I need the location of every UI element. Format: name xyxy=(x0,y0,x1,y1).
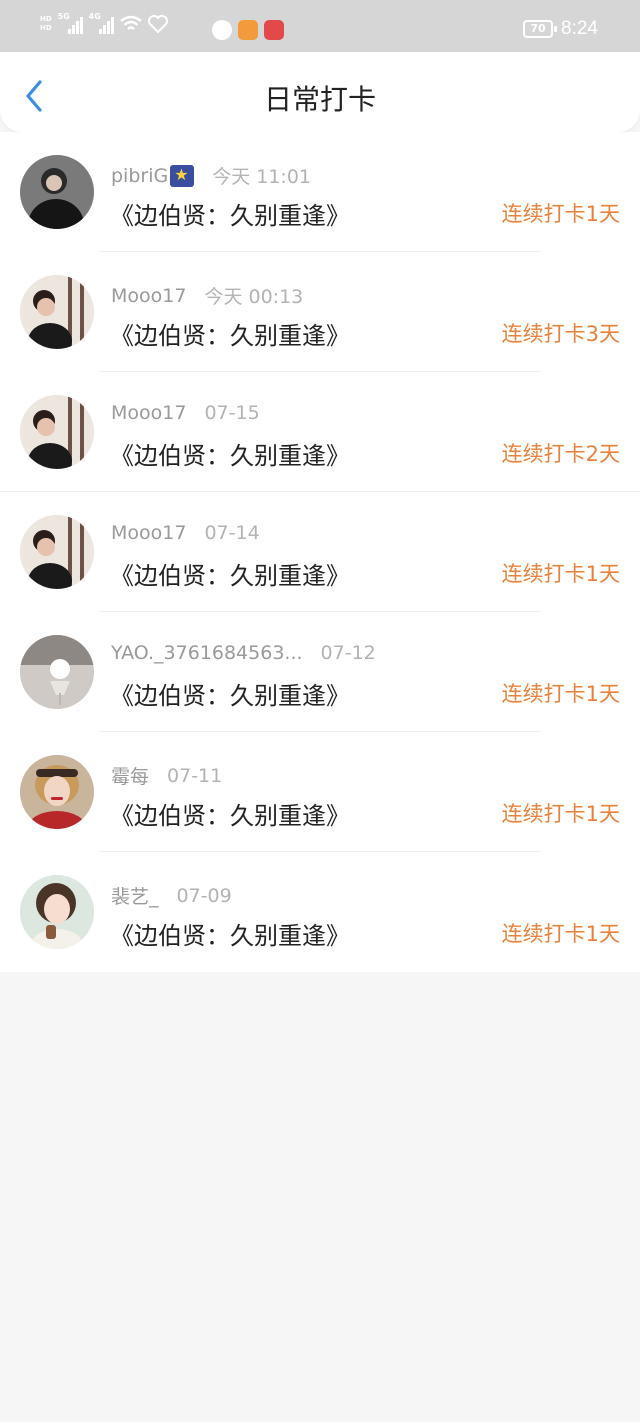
book-title[interactable]: 《边伯贤：久别重逢》 xyxy=(110,796,350,831)
streak-label: 连续打卡1天 xyxy=(501,682,620,706)
app-icon-1 xyxy=(212,20,232,40)
avatar[interactable] xyxy=(20,755,94,829)
status-right: 70 8:24 xyxy=(523,18,598,40)
app-icon-3 xyxy=(264,20,284,40)
battery-level: 70 xyxy=(530,22,546,35)
book-title[interactable]: 《边伯贤：久别重逢》 xyxy=(110,556,350,591)
timestamp: 07-09 xyxy=(176,884,232,907)
page-title: 日常打卡 xyxy=(263,83,376,116)
hd-top-label: HD xyxy=(40,15,52,23)
timestamp: 07-15 xyxy=(204,402,260,424)
timestamp: 07-12 xyxy=(320,642,376,664)
timestamp: 07-14 xyxy=(204,522,260,544)
username[interactable]: Mooo17 xyxy=(111,522,186,544)
streak-label: 连续打卡1天 xyxy=(501,802,620,826)
username-line: Mooo17 07-14 xyxy=(111,522,260,544)
streak-label: 连续打卡1天 xyxy=(501,562,620,586)
username[interactable]: 霉每 xyxy=(111,762,149,789)
avatar[interactable] xyxy=(20,515,94,589)
streak-label: 连续打卡3天 xyxy=(501,322,620,346)
signal-icon-2: 4G xyxy=(88,12,114,34)
list-item[interactable]: Mooo17 今天 00:13 《边伯贤：久别重逢》 连续打卡3天 xyxy=(0,252,640,372)
network-5g-label: 5G xyxy=(57,12,70,21)
signal-icon: 5G xyxy=(57,12,83,34)
avatar[interactable] xyxy=(20,395,94,469)
heart-icon xyxy=(147,15,168,33)
streak-label: 连续打卡2天 xyxy=(501,442,620,466)
list-item[interactable]: pibriG 今天 11:01 《边伯贤：久别重逢》 连续打卡1天 xyxy=(0,132,640,252)
timestamp: 07-11 xyxy=(167,764,223,787)
checkin-list: pibriG 今天 11:01 《边伯贤：久别重逢》 连续打卡1天 Mooo17… xyxy=(0,132,640,972)
username[interactable]: pibriG xyxy=(111,165,168,187)
username[interactable]: Mooo17 xyxy=(111,285,186,307)
avatar[interactable] xyxy=(20,875,94,949)
username-line: pibriG 今天 11:01 xyxy=(111,162,311,189)
timestamp: 今天 00:13 xyxy=(204,286,304,308)
book-title[interactable]: 《边伯贤：久别重逢》 xyxy=(110,436,350,471)
status-bar: HD HD 5G 4G 70 8:24 xyxy=(0,0,640,52)
username[interactable]: Mooo17 xyxy=(111,402,186,424)
book-title[interactable]: 《边伯贤：久别重逢》 xyxy=(110,316,350,351)
wifi-icon xyxy=(119,15,142,30)
list-item[interactable]: Mooo17 07-14 《边伯贤：久别重逢》 连续打卡1天 xyxy=(0,492,640,612)
battery-icon: 70 xyxy=(523,20,558,38)
hd-indicator: HD HD xyxy=(40,15,52,33)
clock: 8:24 xyxy=(561,18,598,39)
username-line: 裴艺_ 07-09 xyxy=(111,882,232,909)
avatar[interactable] xyxy=(20,155,94,229)
status-left: HD HD 5G 4G xyxy=(40,12,168,34)
list-item[interactable]: 霉每 07-11 《边伯贤：久别重逢》 连续打卡1天 xyxy=(0,732,640,852)
hd-bottom-label: HD xyxy=(40,24,52,32)
username-line: Mooo17 07-15 xyxy=(111,402,260,424)
book-title[interactable]: 《边伯贤：久别重逢》 xyxy=(110,916,350,951)
username[interactable]: 裴艺_ xyxy=(111,882,159,909)
shooting-star-emoji-icon xyxy=(170,164,195,187)
network-4g-label: 4G xyxy=(88,12,101,21)
username-line: 霉每 07-11 xyxy=(111,762,222,789)
book-title[interactable]: 《边伯贤：久别重逢》 xyxy=(110,196,350,231)
book-title[interactable]: 《边伯贤：久别重逢》 xyxy=(110,676,350,711)
timestamp: 今天 11:01 xyxy=(212,166,312,188)
list-item[interactable]: Mooo17 07-15 《边伯贤：久别重逢》 连续打卡2天 xyxy=(0,372,640,492)
username-line: Mooo17 今天 00:13 xyxy=(111,282,303,309)
streak-label: 连续打卡1天 xyxy=(501,202,620,226)
username[interactable]: YAO._3761684563... xyxy=(111,642,303,664)
streak-label: 连续打卡1天 xyxy=(501,922,620,946)
avatar[interactable] xyxy=(20,275,94,349)
avatar[interactable] xyxy=(20,635,94,709)
list-item[interactable]: YAO._3761684563... 07-12 《边伯贤：久别重逢》 连续打卡… xyxy=(0,612,640,732)
app-icon-2 xyxy=(238,20,258,40)
notification-apps xyxy=(212,20,284,40)
list-item[interactable]: 裴艺_ 07-09 《边伯贤：久别重逢》 连续打卡1天 xyxy=(0,852,640,972)
username-line: YAO._3761684563... 07-12 xyxy=(111,642,376,664)
header: 日常打卡 xyxy=(0,52,640,132)
